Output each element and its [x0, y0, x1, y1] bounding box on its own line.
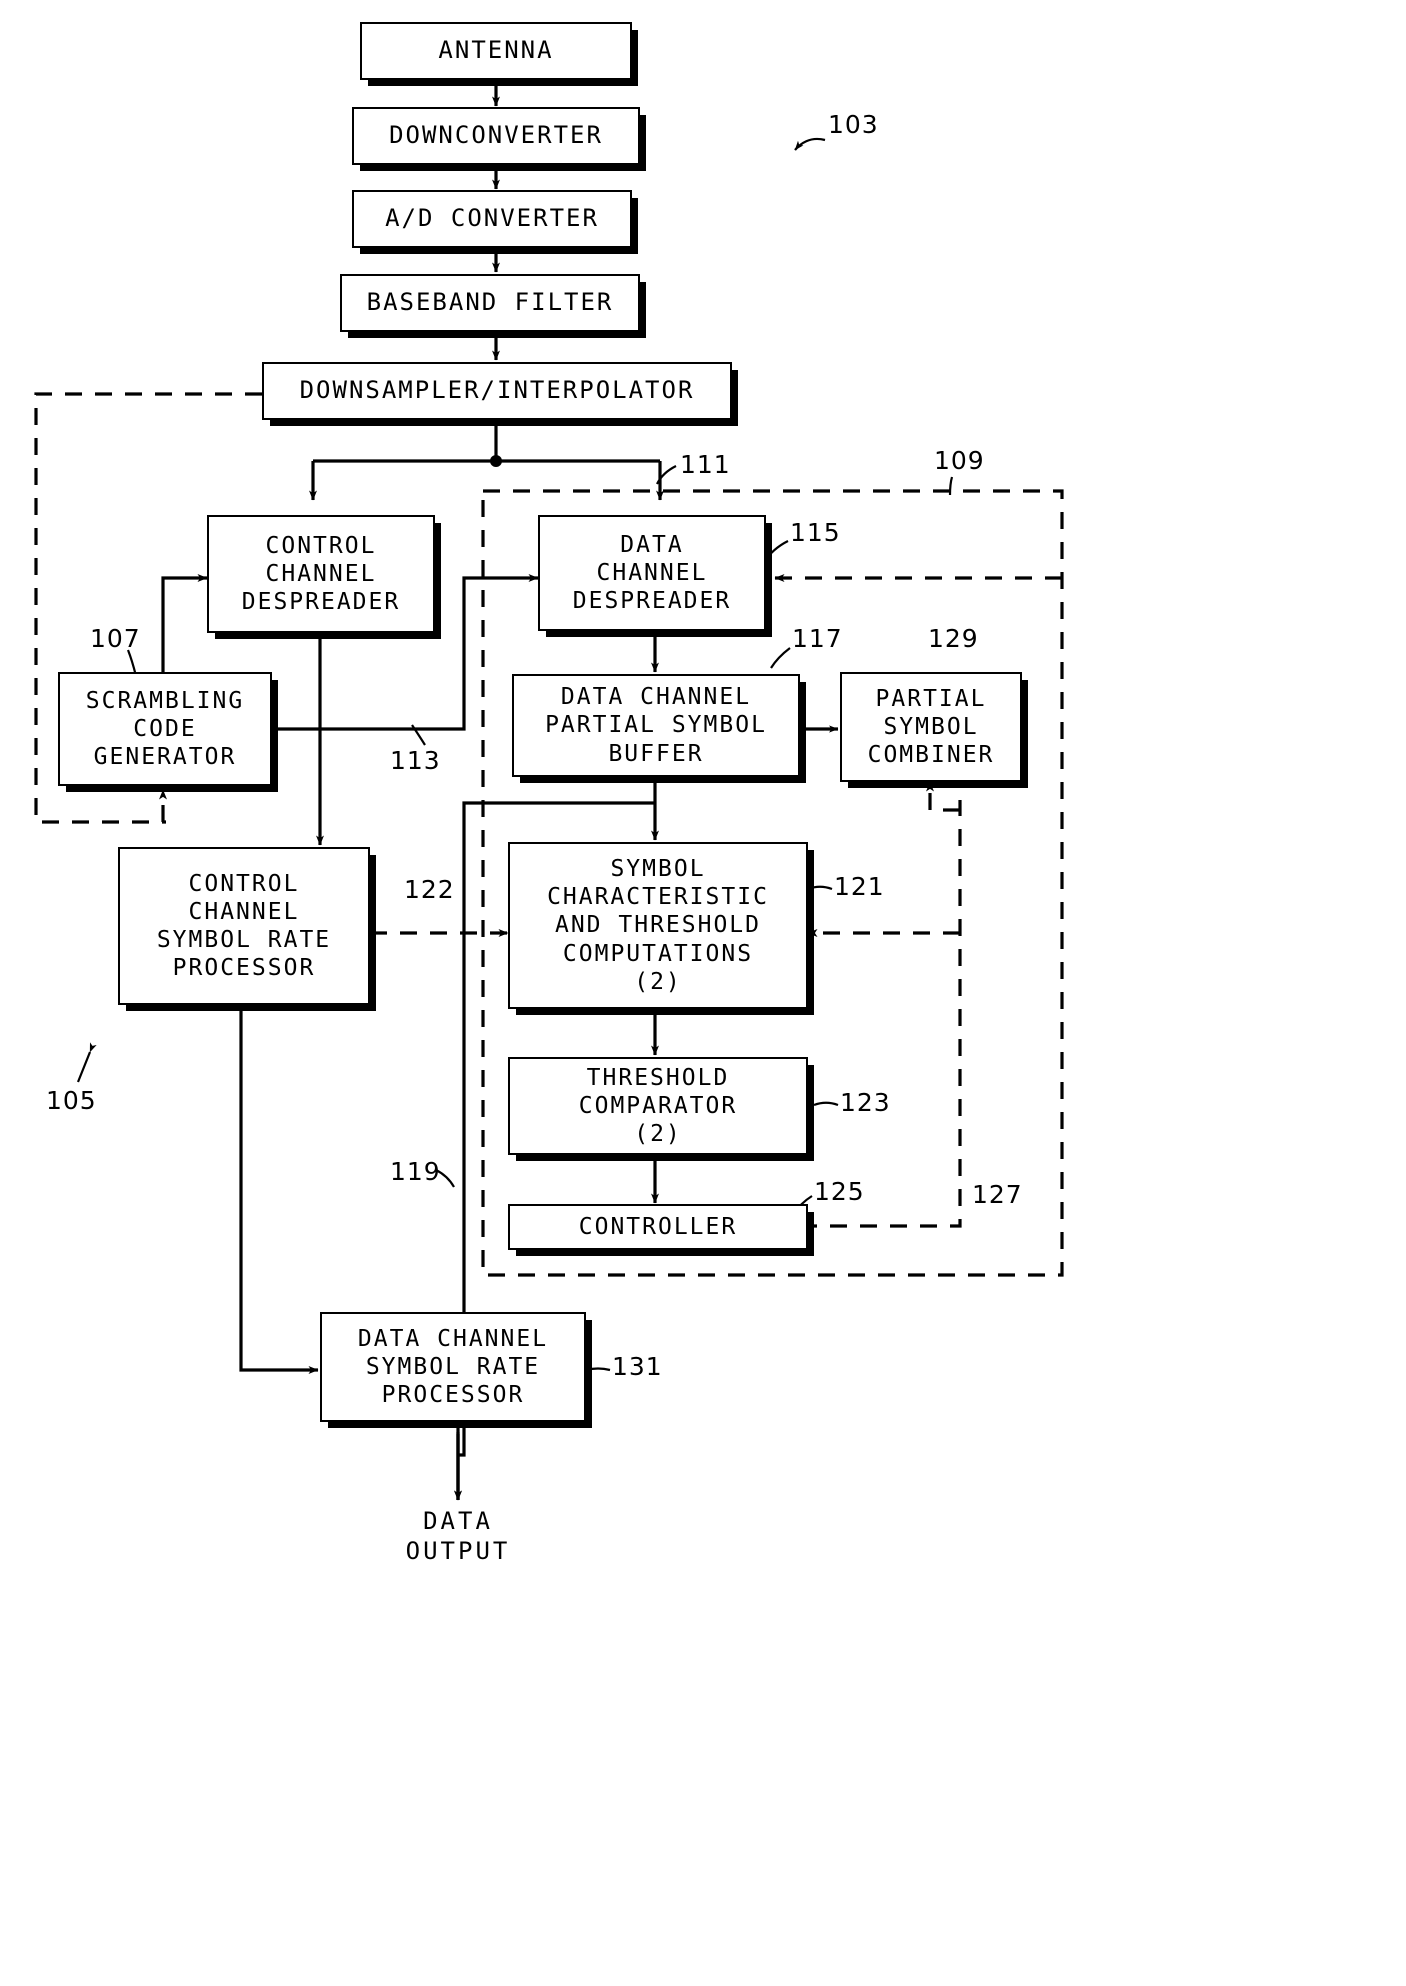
- block-ad-converter[interactable]: A/D CONVERTER: [352, 190, 632, 248]
- block-partial-symbol-combiner-label: PARTIAL SYMBOL COMBINER: [867, 685, 995, 769]
- block-control-channel-despreader[interactable]: CONTROL CHANNEL DESPREADER: [207, 515, 435, 633]
- block-scrambling-code-generator[interactable]: SCRAMBLING CODE GENERATOR: [58, 672, 272, 786]
- ref-115: 115: [790, 518, 841, 547]
- block-downconverter[interactable]: DOWNCONVERTER: [352, 107, 640, 165]
- block-ad-converter-label: A/D CONVERTER: [385, 204, 599, 233]
- ref-111: 111: [680, 450, 731, 479]
- ref-107: 107: [90, 624, 141, 653]
- block-controller-label: CONTROLLER: [578, 1213, 738, 1240]
- block-scrambling-code-generator-label: SCRAMBLING CODE GENERATOR: [85, 687, 245, 771]
- block-control-channel-despreader-label: CONTROL CHANNEL DESPREADER: [241, 532, 401, 616]
- block-data-channel-symbol-rate-processor-label: DATA CHANNEL SYMBOL RATE PROCESSOR: [357, 1325, 549, 1409]
- data-output-label: DATA OUTPUT: [405, 1507, 511, 1565]
- ref-125: 125: [814, 1177, 865, 1206]
- ref-105: 105: [46, 1086, 97, 1115]
- block-downsampler-interpolator[interactable]: DOWNSAMPLER/INTERPOLATOR: [262, 362, 732, 420]
- ref-119: 119: [390, 1157, 441, 1186]
- block-partial-symbol-buffer[interactable]: DATA CHANNEL PARTIAL SYMBOL BUFFER: [512, 674, 800, 777]
- patent-figure-canvas: ANTENNA DOWNCONVERTER A/D CONVERTER BASE…: [0, 0, 1406, 1986]
- block-symbol-characteristic-label: SYMBOL CHARACTERISTIC AND THRESHOLD COMP…: [547, 856, 769, 995]
- ref-109: 109: [934, 446, 985, 475]
- block-threshold-comparator-label: THRESHOLD COMPARATOR (2): [578, 1064, 738, 1148]
- block-control-channel-symbol-rate-processor[interactable]: CONTROL CHANNEL SYMBOL RATE PROCESSOR: [118, 847, 370, 1005]
- block-downconverter-label: DOWNCONVERTER: [389, 121, 603, 150]
- block-data-channel-despreader-label: DATA CHANNEL DESPREADER: [572, 531, 732, 615]
- block-baseband-filter-label: BASEBAND FILTER: [366, 288, 614, 317]
- ref-117: 117: [792, 624, 843, 653]
- block-threshold-comparator[interactable]: THRESHOLD COMPARATOR (2): [508, 1057, 808, 1155]
- ref-122: 122: [404, 875, 455, 904]
- block-controller[interactable]: CONTROLLER: [508, 1204, 808, 1250]
- ref-113: 113: [390, 746, 441, 775]
- block-control-channel-symbol-rate-processor-label: CONTROL CHANNEL SYMBOL RATE PROCESSOR: [156, 870, 332, 982]
- block-antenna-label: ANTENNA: [438, 36, 554, 65]
- block-partial-symbol-buffer-label: DATA CHANNEL PARTIAL SYMBOL BUFFER: [545, 684, 767, 767]
- ref-131: 131: [612, 1352, 663, 1381]
- ref-127: 127: [972, 1180, 1023, 1209]
- block-symbol-characteristic-and-threshold-computations[interactable]: SYMBOL CHARACTERISTIC AND THRESHOLD COMP…: [508, 842, 808, 1009]
- block-data-channel-despreader[interactable]: DATA CHANNEL DESPREADER: [538, 515, 766, 631]
- block-partial-symbol-combiner[interactable]: PARTIAL SYMBOL COMBINER: [840, 672, 1022, 782]
- ref-103: 103: [828, 110, 879, 139]
- block-antenna[interactable]: ANTENNA: [360, 22, 632, 80]
- ref-123: 123: [840, 1088, 891, 1117]
- ref-121: 121: [834, 872, 885, 901]
- ref-129: 129: [928, 624, 979, 653]
- block-baseband-filter[interactable]: BASEBAND FILTER: [340, 274, 640, 332]
- block-data-channel-symbol-rate-processor[interactable]: DATA CHANNEL SYMBOL RATE PROCESSOR: [320, 1312, 586, 1422]
- block-downsampler-interpolator-label: DOWNSAMPLER/INTERPOLATOR: [299, 376, 695, 405]
